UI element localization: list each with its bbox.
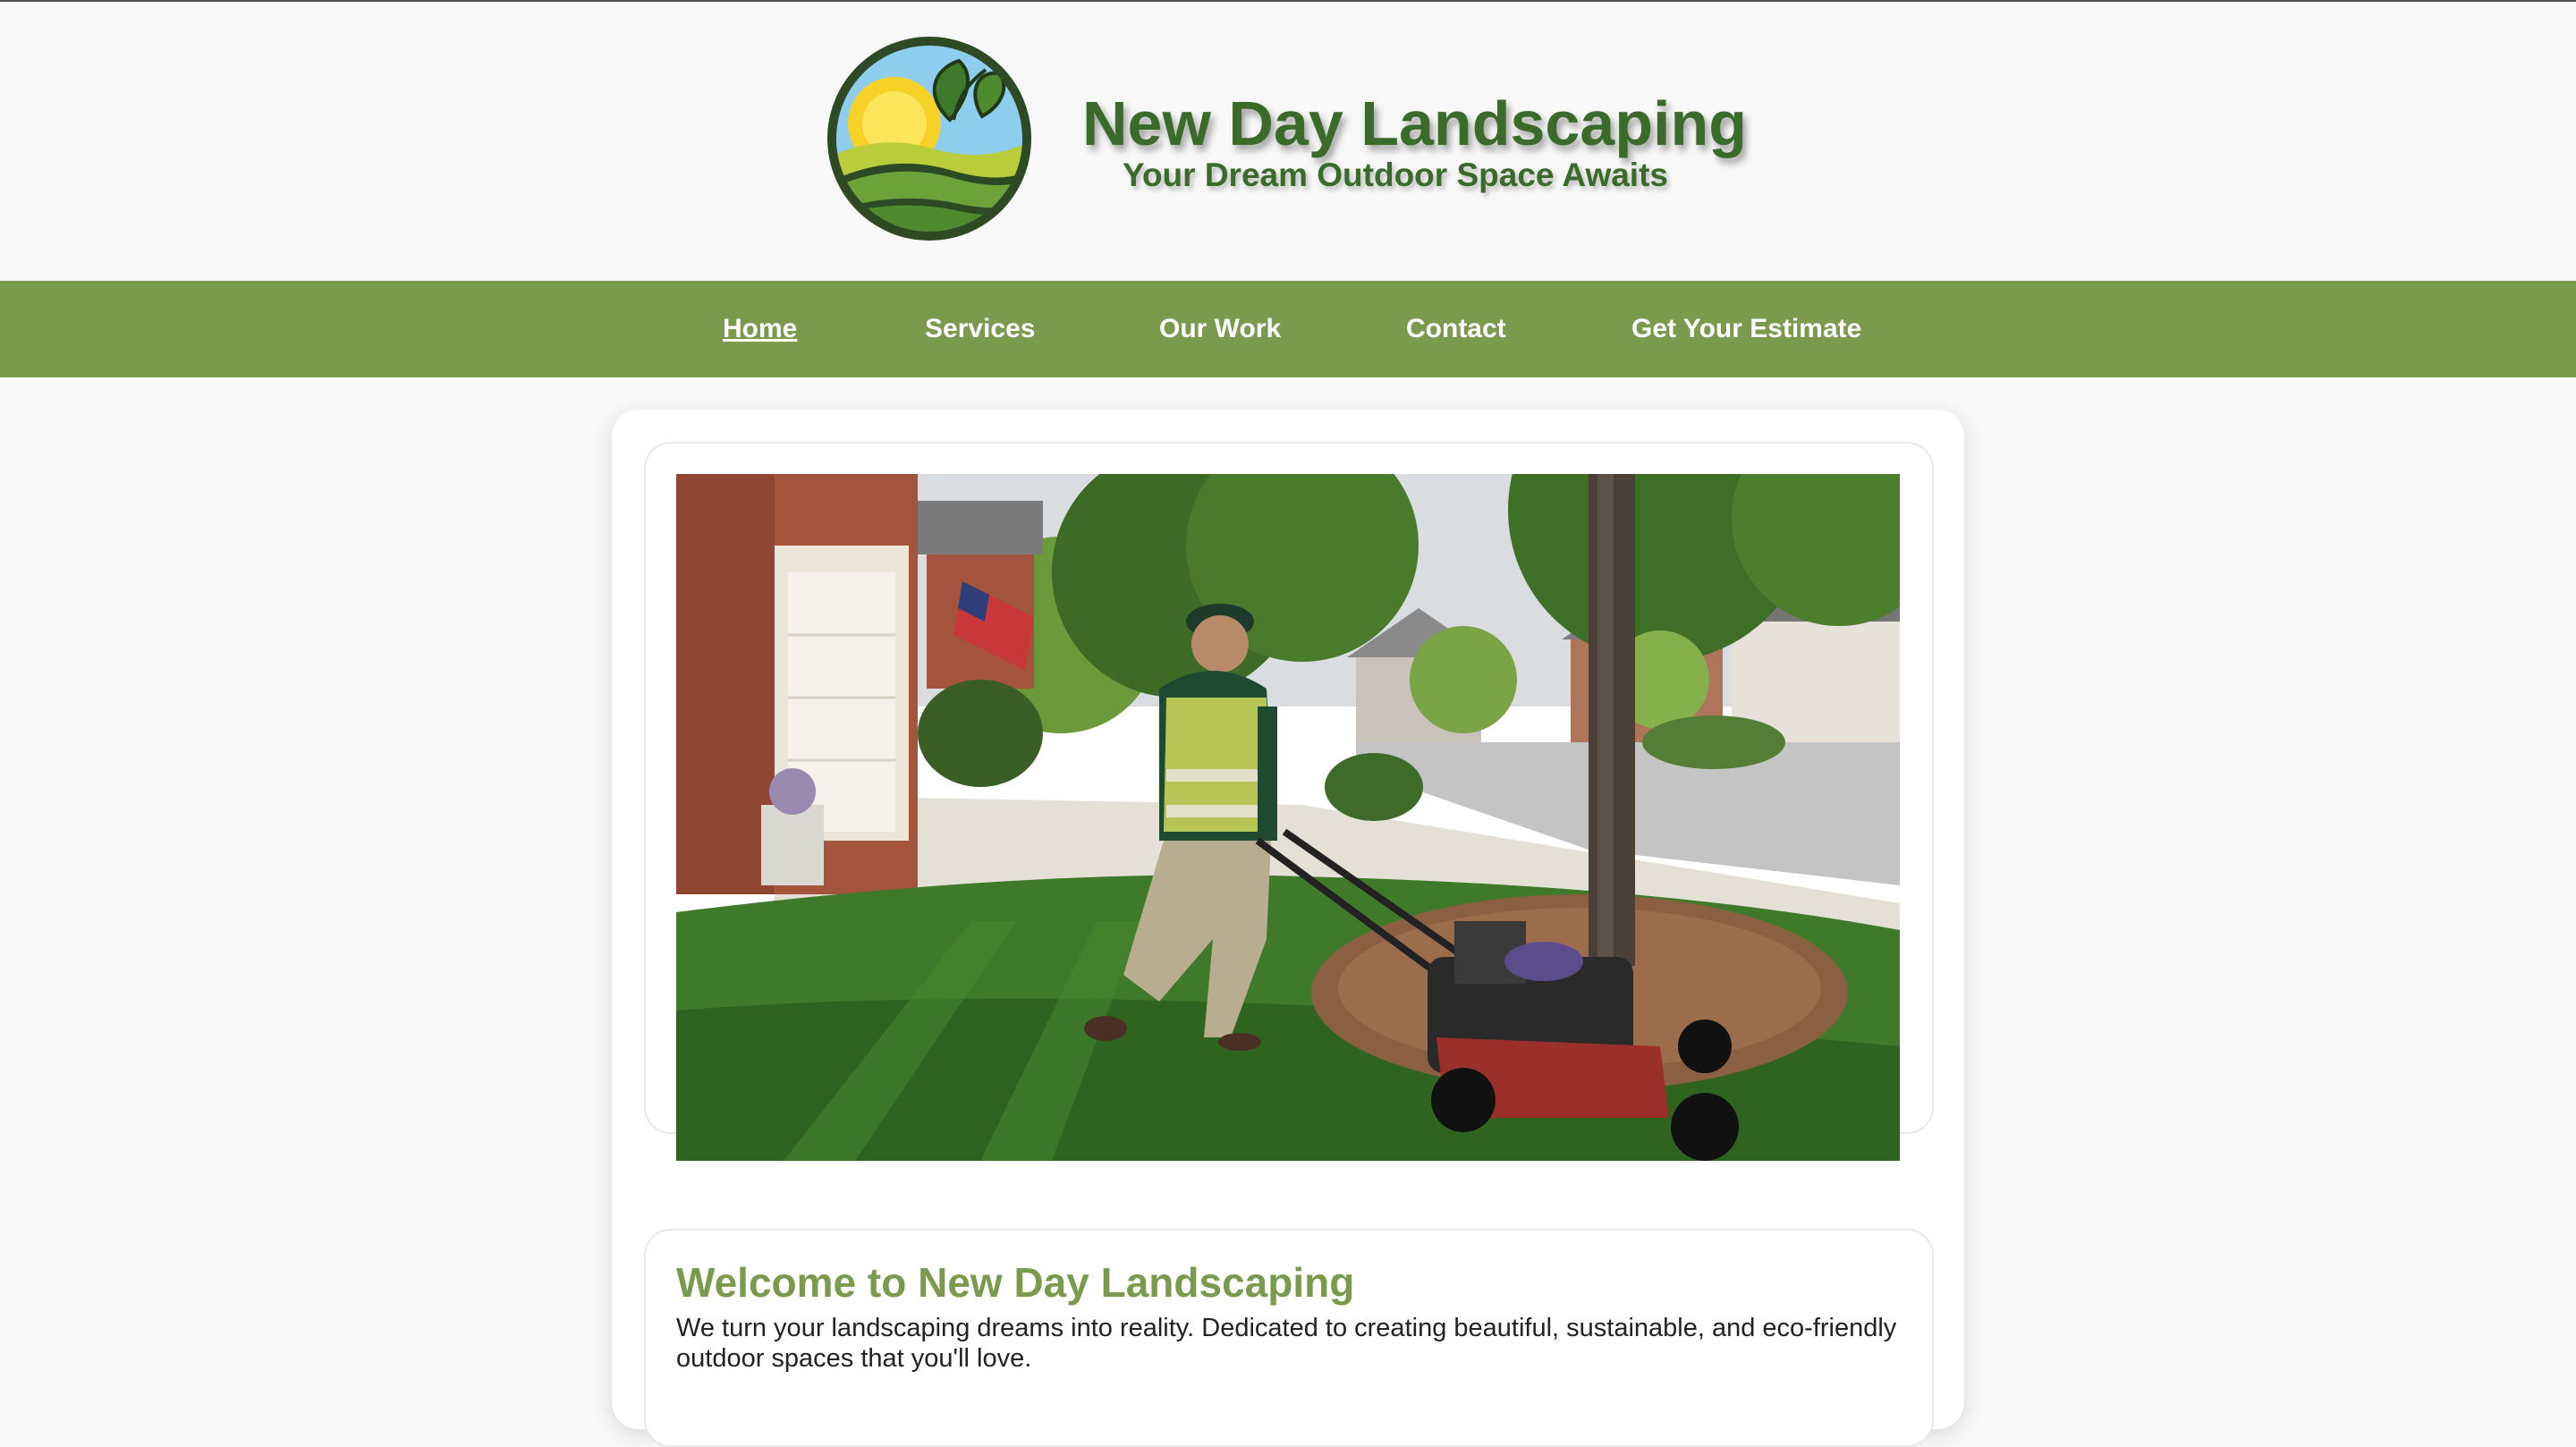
main-navigation: Home Services Our Work Contact Get Your … <box>0 281 2576 377</box>
photo-lawn-mowing-icon <box>676 474 1900 1161</box>
logo-icon[interactable] <box>825 34 1034 243</box>
nav-get-estimate[interactable]: Get Your Estimate <box>1631 281 1861 377</box>
welcome-heading: Welcome to New Day Landscaping <box>676 1259 1355 1306</box>
nav-home[interactable]: Home <box>723 281 797 377</box>
content-card: Welcome to New Day Landscaping We turn y… <box>612 410 1964 1447</box>
hero-panel <box>644 442 1934 1161</box>
hero-image <box>676 474 1900 1161</box>
welcome-panel: Welcome to New Day Landscaping We turn y… <box>644 1229 1934 1447</box>
site-header: New Day Landscaping Your Dream Outdoor S… <box>0 2 2576 281</box>
welcome-text: We turn your landscaping dreams into rea… <box>676 1314 1897 1373</box>
nav-services[interactable]: Services <box>925 281 1035 377</box>
site-title: New Day Landscaping <box>1082 89 1747 158</box>
nav-our-work[interactable]: Our Work <box>1159 281 1281 377</box>
nav-contact[interactable]: Contact <box>1406 281 1506 377</box>
site-tagline: Your Dream Outdoor Space Awaits <box>1123 157 1668 193</box>
